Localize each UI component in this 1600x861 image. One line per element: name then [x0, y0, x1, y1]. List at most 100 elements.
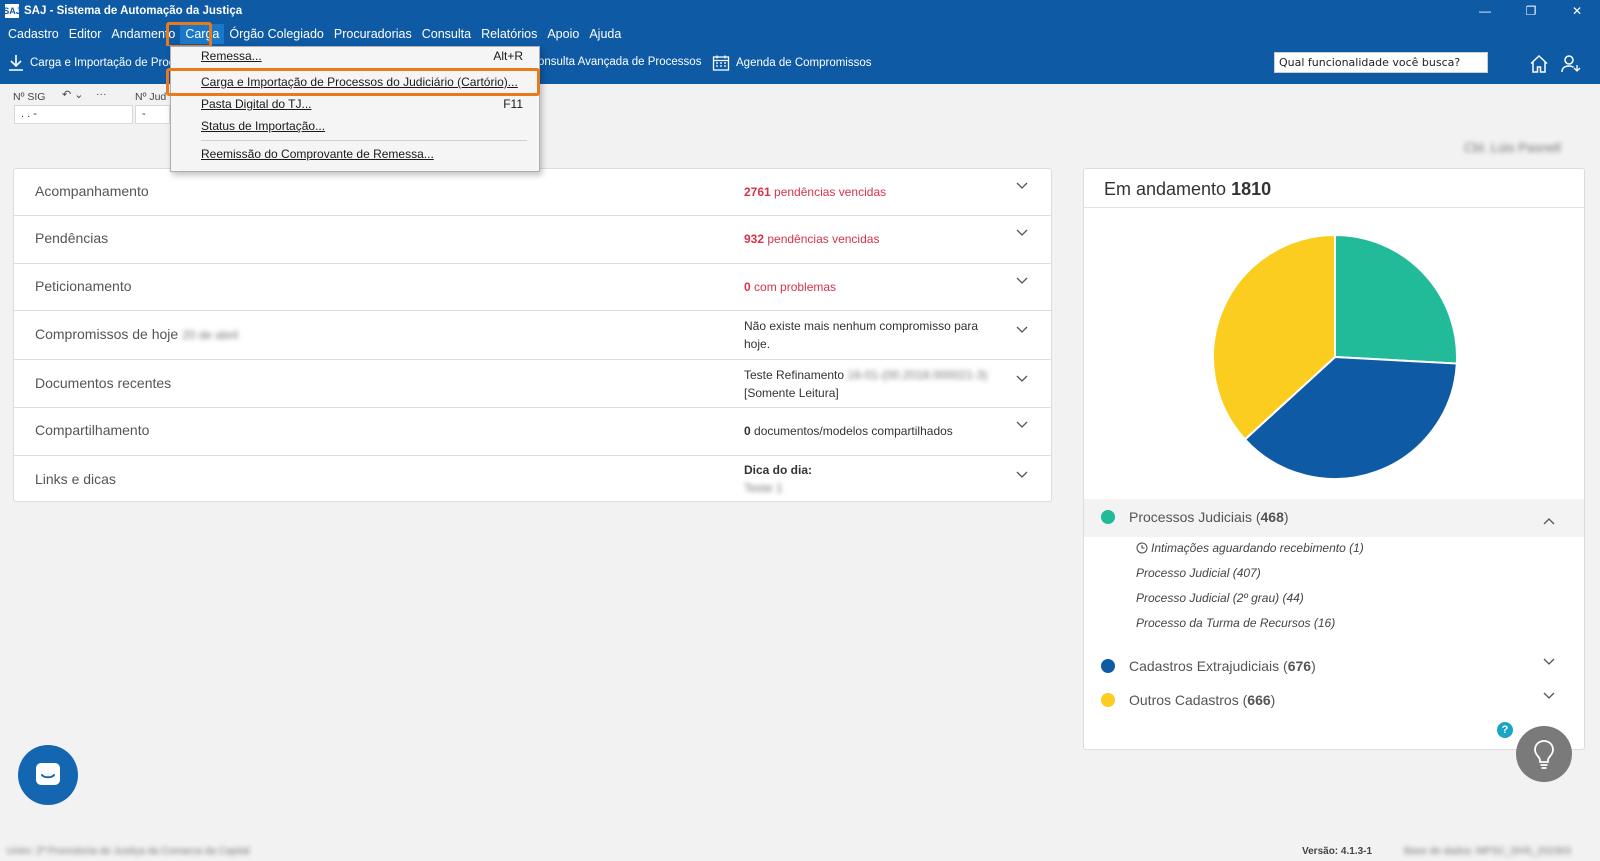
accordion-row-compartilhamento[interactable]: Compartilhamento 0 documentos/modelos co… — [14, 408, 1051, 456]
legend-count: 666 — [1247, 692, 1271, 708]
window-title: SAJ - Sistema de Automação da Justiça — [24, 5, 243, 17]
accordion-title: Links e dicas — [35, 471, 116, 487]
chevron-down-icon[interactable] — [1015, 274, 1029, 288]
toolbar-consulta-avancada[interactable]: onsulta Avançada de Processos — [538, 56, 701, 68]
in-progress-title: Em andamento 1810 — [1104, 179, 1272, 199]
accordion-title: Peticionamento — [35, 278, 132, 294]
accordion-row-compromissos[interactable]: Compromissos de hoje 20 de abril Não exi… — [14, 311, 1051, 360]
dashboard-accordion: Acompanhamento 2761 pendências vencidas … — [13, 168, 1052, 502]
home-icon[interactable] — [1526, 52, 1552, 76]
chevron-down-icon[interactable] — [1542, 689, 1556, 703]
accordion-status: 2761 pendências vencidas — [744, 185, 887, 199]
legend-cadastros-extrajudiciais[interactable]: Cadastros Extrajudiciais (676) — [1101, 658, 1316, 674]
sig-undo-icon[interactable]: ↶ ⌄ — [62, 88, 84, 101]
legend-label: Cadastros Extrajudiciais — [1129, 658, 1280, 674]
user-switch-icon[interactable] — [1557, 52, 1583, 76]
title-bar: SAJ SAJ - Sistema de Automação da Justiç… — [0, 0, 1600, 22]
sub-item-turma-recursos[interactable]: Processo da Turma de Recursos (16) — [1136, 616, 1335, 630]
accordion-row-acompanhamento[interactable]: Acompanhamento 2761 pendências vencidas — [14, 169, 1051, 216]
menu-ajuda[interactable]: Ajuda — [584, 24, 626, 44]
in-progress-panel: Em andamento 1810 Processos Judiciais (4… — [1083, 168, 1585, 750]
calendar-icon — [712, 55, 730, 71]
accordion-status: 0 documentos/modelos compartilhados — [744, 424, 953, 438]
accordion-title: Pendências — [35, 230, 109, 246]
legend-dot — [1101, 510, 1115, 524]
toolbar-agenda[interactable]: Agenda de Compromissos — [712, 54, 872, 72]
toolbar-carga-importacao[interactable]: Carga e Importação de Proc — [8, 54, 174, 72]
restore-button[interactable]: ❐ — [1508, 0, 1554, 22]
menu-relatorios[interactable]: Relatórios — [476, 24, 542, 44]
accordion-status: 932 pendências vencidas — [744, 232, 880, 246]
shortcut-pasta-digital: F11 — [503, 97, 523, 111]
jud-label: Nº Jud — [135, 91, 167, 103]
user-name: Cbl. Lúis Pasnell — [1464, 140, 1561, 155]
status-bar: Unim: 2ª Promotoria de Justiça da Comarc… — [0, 842, 1600, 861]
legend-processos-judiciais[interactable]: Processos Judiciais (468) — [1101, 509, 1289, 525]
sub-item-label: Intimações aguardando recebimento (1) — [1151, 541, 1364, 555]
accordion-row-documentos[interactable]: Documentos recentes Teste Refinamento 16… — [14, 360, 1051, 408]
menu-carga[interactable]: Carga — [180, 24, 225, 44]
menu-procuradorias[interactable]: Procuradorias — [329, 24, 417, 44]
carga-dropdown-menu: Remessa... Alt+R Carga e Importação de P… — [170, 46, 540, 172]
functionality-search-input[interactable]: Qual funcionalidade você busca? — [1274, 52, 1488, 73]
accordion-row-links-dicas[interactable]: Links e dicas Dica do dia: Teste 1 — [14, 456, 1051, 501]
sig-more-button[interactable]: ··· — [96, 88, 107, 100]
app-logo-icon: SAJ — [3, 4, 21, 18]
shortcut-remessa: Alt+R — [493, 49, 523, 63]
help-icon[interactable]: ? — [1497, 722, 1513, 738]
menu-cadastro[interactable]: Cadastro — [3, 24, 64, 44]
tips-button[interactable] — [1516, 726, 1572, 782]
legend-outros-cadastros[interactable]: Outros Cadastros (666) — [1101, 692, 1275, 708]
sig-label: Nº SIG — [13, 91, 46, 103]
sig-number-input[interactable]: . . - — [14, 105, 133, 124]
menu-consulta[interactable]: Consulta — [417, 24, 476, 44]
legend-count: 676 — [1287, 658, 1312, 674]
accordion-row-peticionamento[interactable]: Peticionamento 0 com problemas — [14, 264, 1051, 311]
menu-editor[interactable]: Editor — [64, 24, 107, 44]
pie-slice-processos-judiciais[interactable] — [1334, 233, 1458, 365]
accordion-row-pendencias[interactable]: Pendências 932 pendências vencidas — [14, 216, 1051, 264]
menu-item-status-importacao[interactable]: Status de Importação... — [201, 119, 325, 133]
status-version: Versão: 4.1.3-1 — [1302, 846, 1373, 857]
chevron-down-icon[interactable] — [1015, 323, 1029, 337]
menu-item-pasta-digital[interactable]: Pasta Digital do TJ... — [201, 97, 312, 111]
status-unit: Unim: 2ª Promotoria de Justiça da Comarc… — [7, 846, 250, 857]
accordion-status: Dica do dia: Teste 1 — [744, 463, 813, 495]
legend-label: Outros Cadastros — [1129, 692, 1239, 708]
menu-separator — [201, 140, 527, 141]
sub-item-processo-2-grau[interactable]: Processo Judicial (2º grau) (44) — [1136, 591, 1304, 605]
sub-item-intimacoes[interactable]: Intimações aguardando recebimento (1) — [1136, 541, 1364, 555]
sub-item-processo-judicial[interactable]: Processo Judicial (407) — [1136, 566, 1261, 580]
chevron-down-icon[interactable] — [1015, 418, 1029, 432]
chevron-down-icon[interactable] — [1015, 226, 1029, 240]
chat-button[interactable] — [18, 745, 78, 805]
accordion-title: Compromissos de hoje 20 de abril — [35, 326, 239, 342]
lightbulb-icon — [1534, 740, 1554, 769]
chevron-down-icon[interactable] — [1542, 655, 1556, 669]
chat-icon — [36, 763, 60, 785]
chevron-down-icon[interactable] — [1015, 372, 1029, 386]
toolbar-carga-label: Carga e Importação de Proc — [30, 57, 175, 69]
menu-item-remessa[interactable]: Remessa... — [201, 49, 262, 63]
legend-dot — [1101, 659, 1115, 673]
accordion-status: Não existe mais nenhum compromisso para h… — [744, 319, 979, 351]
chevron-down-icon[interactable] — [1015, 179, 1029, 193]
jud-number-input[interactable]: - — [135, 105, 170, 124]
minimize-button[interactable]: — — [1462, 0, 1508, 22]
panel-divider — [1084, 207, 1584, 208]
menu-item-reemissao[interactable]: Reemissão do Comprovante de Remessa... — [201, 147, 434, 161]
close-button[interactable]: ✕ — [1554, 0, 1600, 22]
chevron-down-icon[interactable] — [1015, 468, 1029, 482]
legend-label: Processos Judiciais — [1129, 509, 1252, 525]
download-icon — [9, 55, 23, 71]
menu-apoio[interactable]: Apoio — [542, 24, 584, 44]
menu-orgao-colegiado[interactable]: Órgão Colegiado — [224, 24, 329, 44]
menu-bar: Cadastro Editor Andamento Carga Órgão Co… — [0, 22, 1600, 46]
legend-dot — [1101, 693, 1115, 707]
pie-chart — [1212, 233, 1458, 480]
menu-item-carga-importacao[interactable]: Carga e Importação de Processos do Judic… — [201, 75, 518, 89]
chevron-up-icon[interactable] — [1542, 514, 1556, 528]
clock-icon — [1136, 542, 1148, 554]
menu-andamento[interactable]: Andamento — [106, 24, 180, 44]
toolbar-agenda-label: Agenda de Compromissos — [736, 57, 872, 69]
